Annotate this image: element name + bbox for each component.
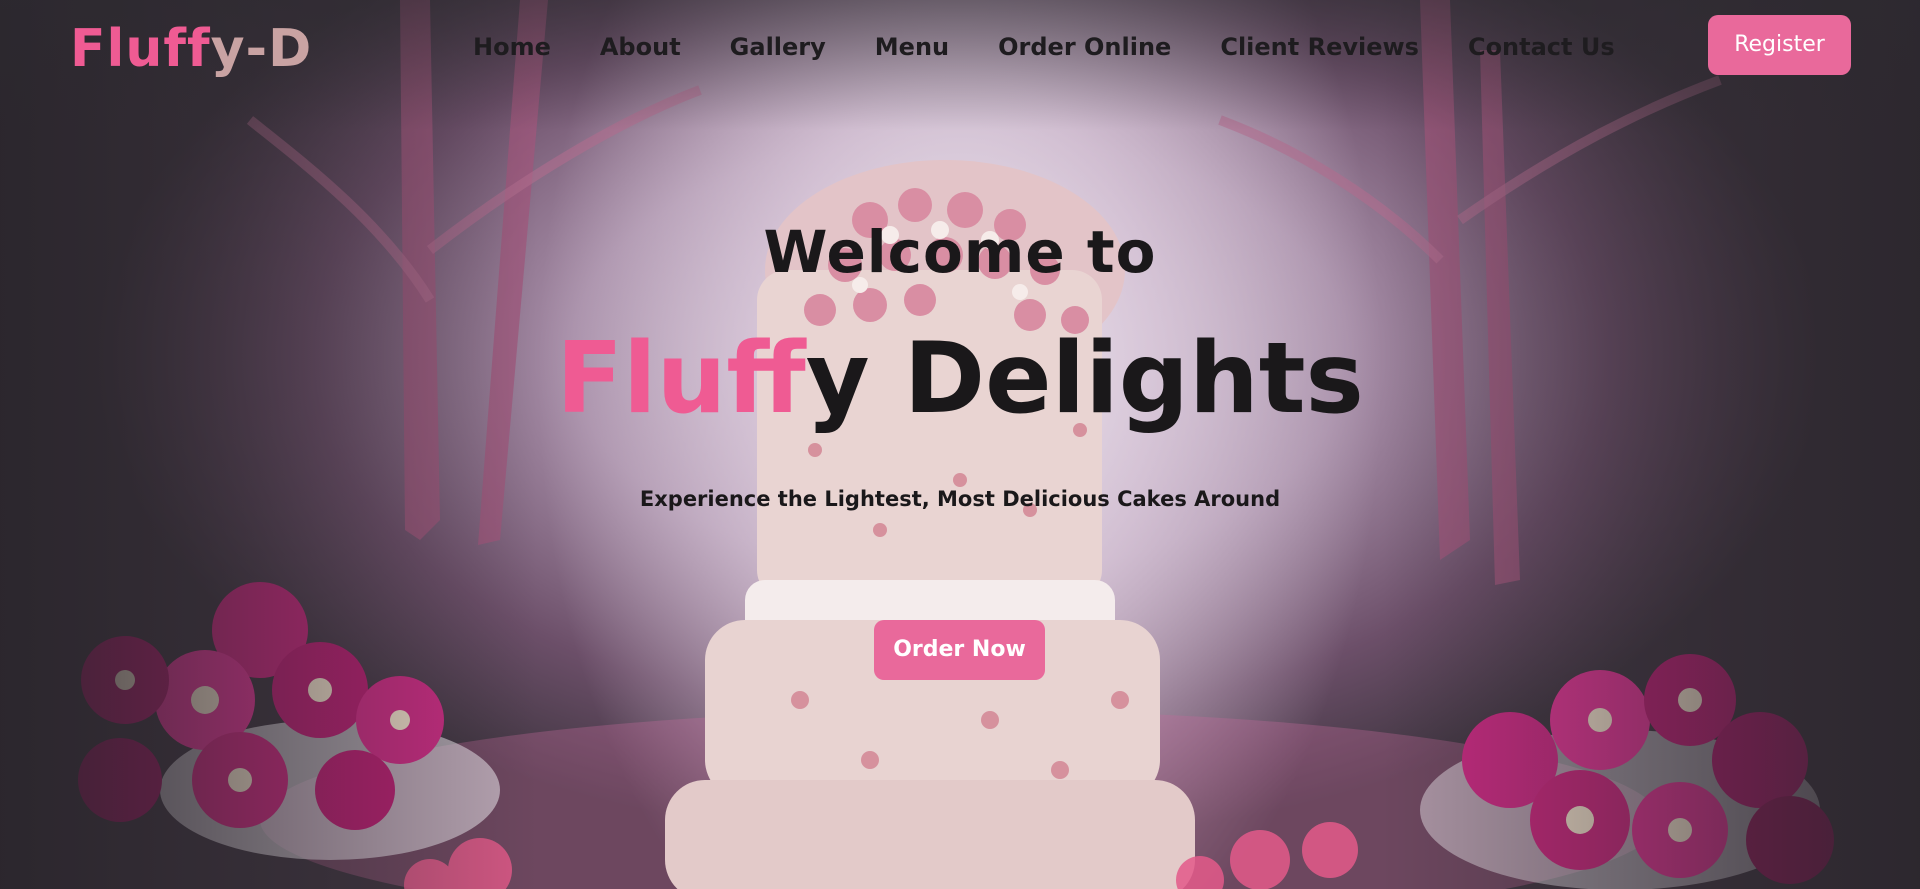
hero-welcome-text: Welcome to (763, 218, 1157, 286)
site-logo[interactable]: Fluffy-D (70, 14, 312, 84)
register-button[interactable]: Register (1708, 15, 1851, 75)
hero-brand-title: Fluffy Delights (0, 322, 1920, 436)
order-now-button[interactable]: Order Now (874, 620, 1045, 680)
logo-part-muted: y-D (210, 19, 313, 79)
nav-contact-us[interactable]: Contact Us (1468, 28, 1615, 66)
hero-tagline: Experience the Lightest, Most Delicious … (639, 487, 1281, 511)
nav-client-reviews[interactable]: Client Reviews (1220, 28, 1419, 66)
nav-order-online[interactable]: Order Online (998, 28, 1171, 66)
logo-part-pink: Fluff (70, 19, 211, 79)
nav-gallery[interactable]: Gallery (730, 28, 826, 66)
main-nav: Home About Gallery Menu Order Online Cli… (473, 28, 1664, 66)
navbar: Fluffy-D Home About Gallery Menu Order O… (0, 0, 1920, 92)
brand-part-pink: Fluff (556, 322, 806, 436)
nav-menu[interactable]: Menu (875, 28, 949, 66)
nav-home[interactable]: Home (473, 28, 551, 66)
hero-background-image (78, 0, 1834, 889)
nav-about[interactable]: About (600, 28, 681, 66)
hero-section: Fluffy-D Home About Gallery Menu Order O… (0, 0, 1920, 889)
brand-part-dark: y Delights (805, 322, 1364, 436)
